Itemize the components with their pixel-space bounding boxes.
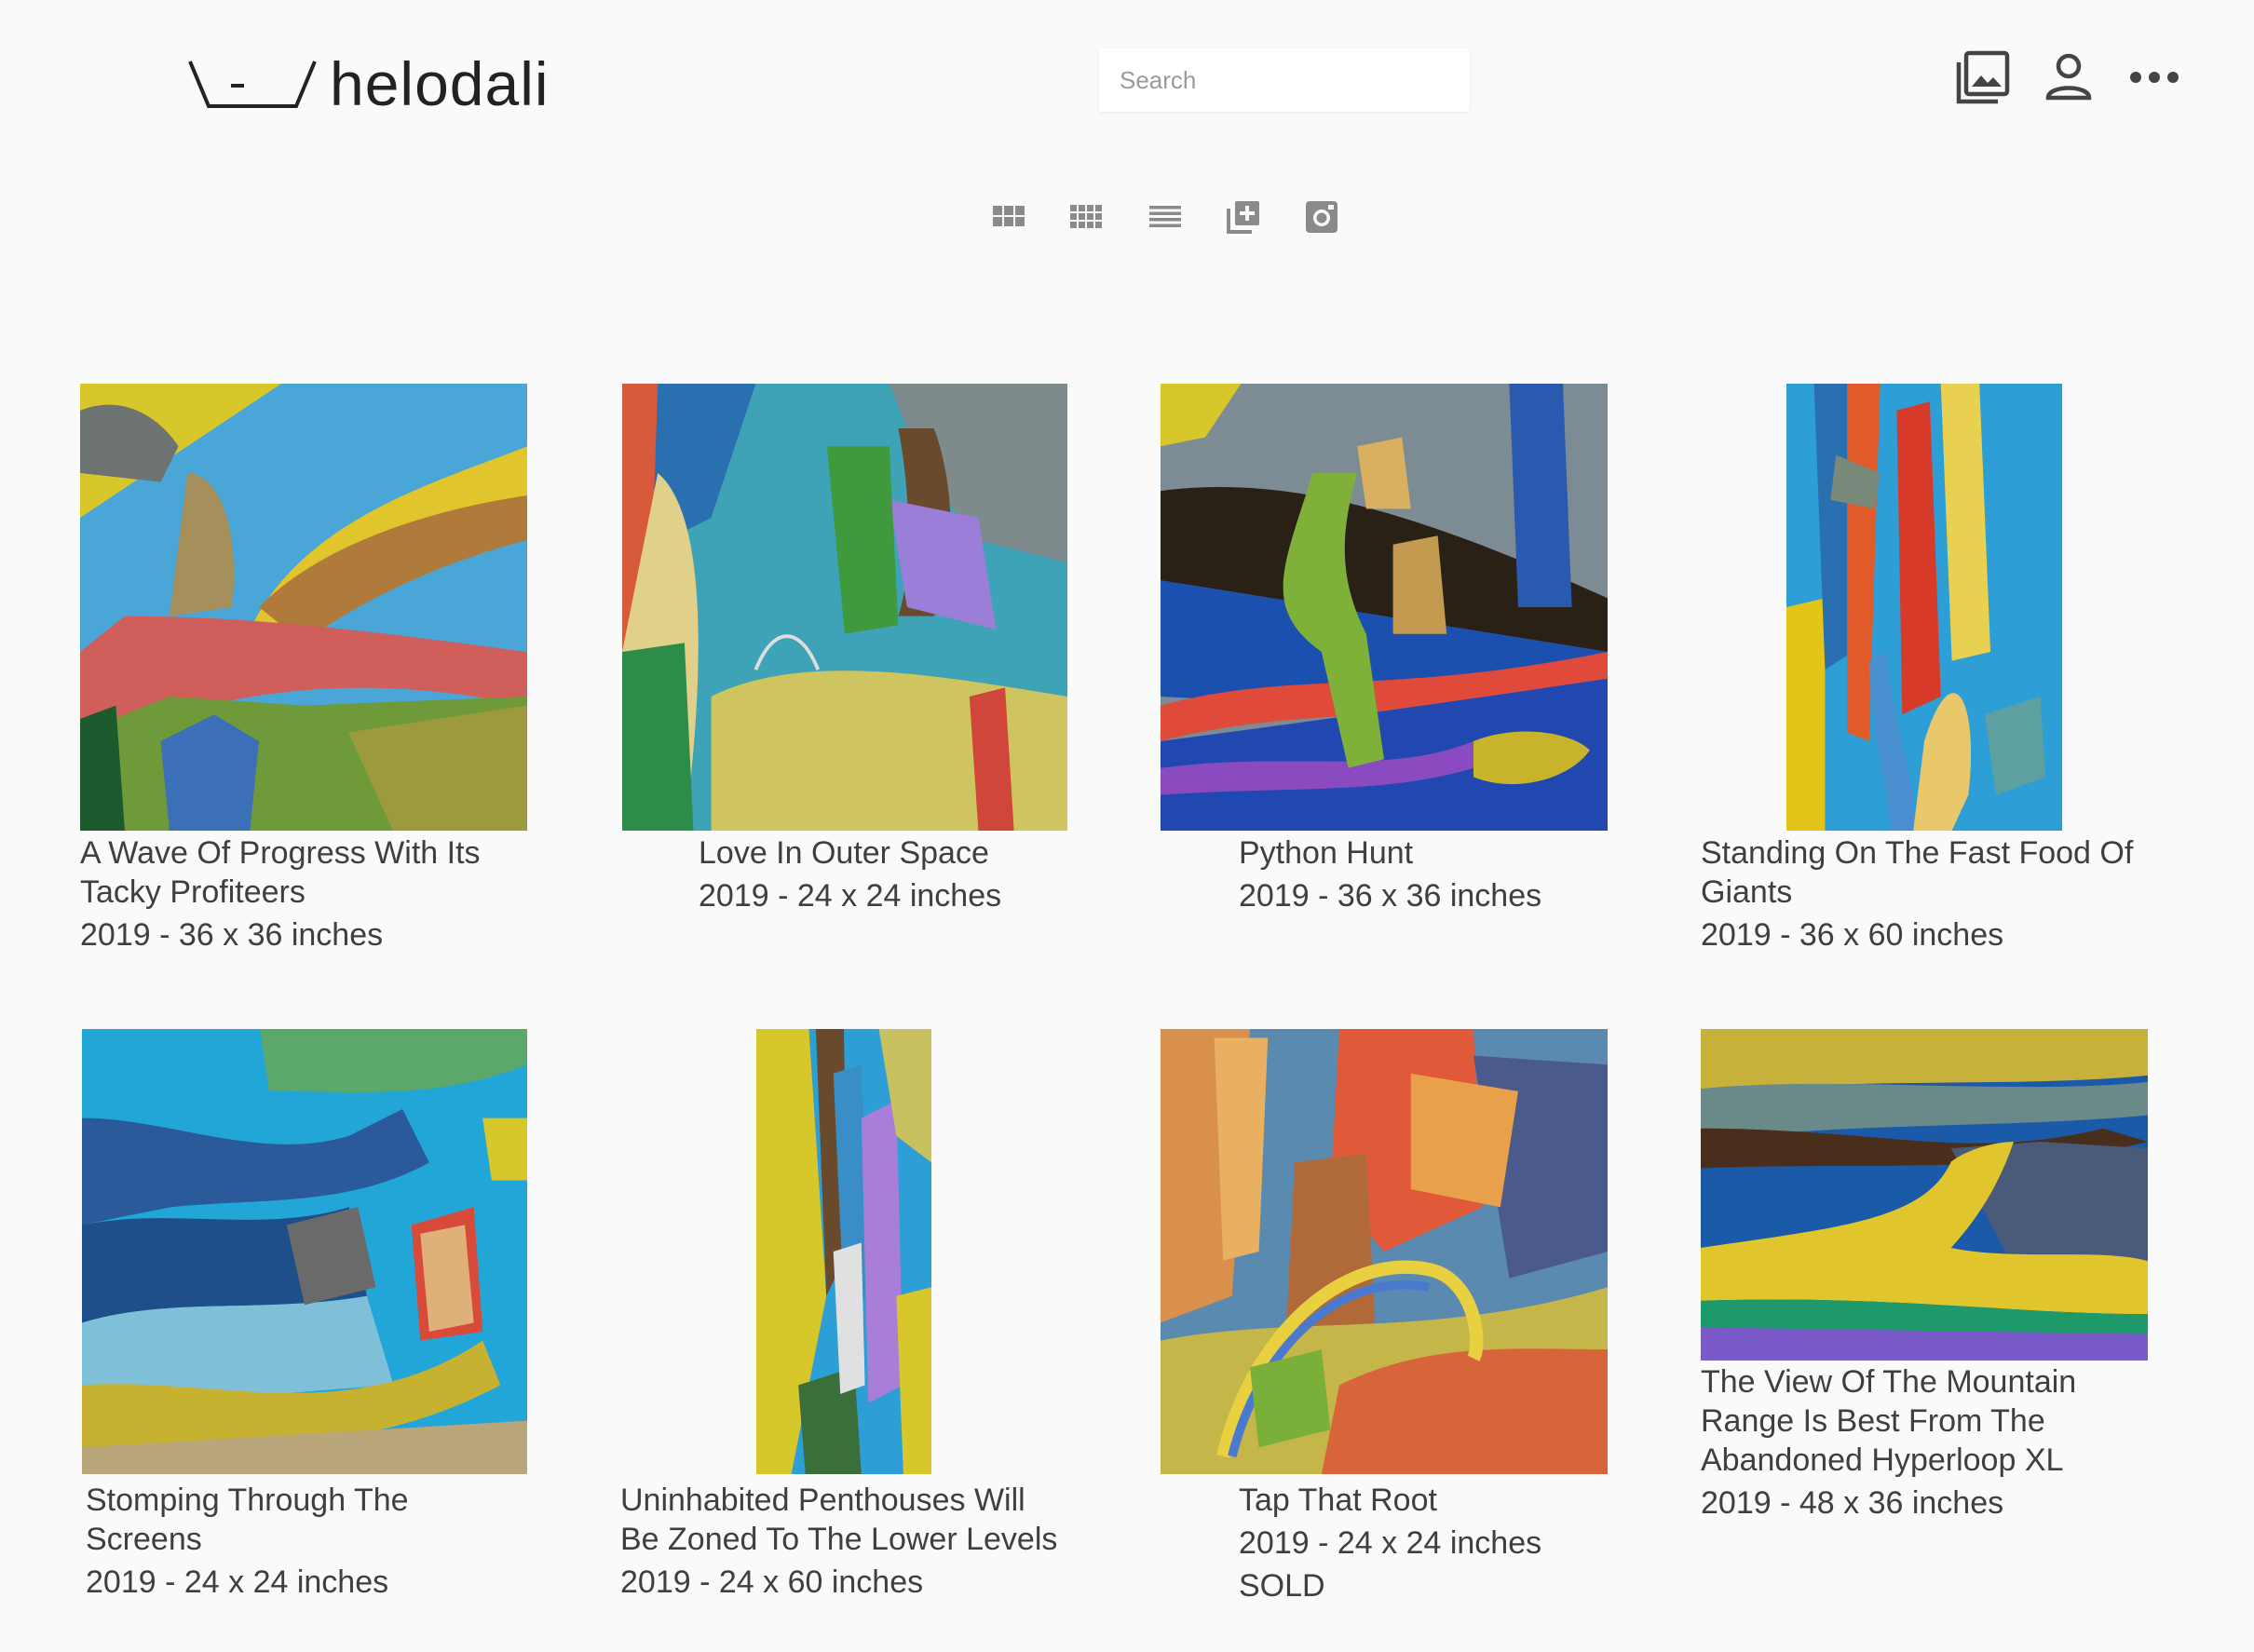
search-input[interactable] <box>1099 48 1470 112</box>
artwork-meta: 2019 - 24 x 60 inches <box>620 1564 924 1600</box>
artwork-title[interactable]: Stomping Through The Screens <box>86 1481 533 1559</box>
artwork-title[interactable]: Standing On The Fast Food Of Giants <box>1701 833 2148 912</box>
gallery-icon[interactable] <box>1954 48 2012 106</box>
artwork-title[interactable]: Python Hunt <box>1239 833 1611 873</box>
artwork-meta: 2019 - 36 x 36 inches <box>1239 878 1542 914</box>
artwork-title[interactable]: Love In Outer Space <box>699 833 1071 873</box>
artwork-title[interactable]: A Wave Of Progress With Its Tacky Profit… <box>80 833 527 912</box>
artwork-title[interactable]: The View Of The Mountain Range Is Best F… <box>1701 1362 2148 1480</box>
artwork-image-1[interactable] <box>80 384 527 831</box>
logo-mark-icon <box>188 61 317 108</box>
artwork-meta: 2019 - 24 x 24 inches <box>86 1564 389 1600</box>
artwork-meta: 2019 - 24 x 24 inches <box>1239 1525 1542 1561</box>
artwork-meta: 2019 - 36 x 60 inches <box>1701 917 2004 953</box>
artwork-image-3[interactable] <box>1161 384 1608 831</box>
artwork-image-2[interactable] <box>622 384 1067 831</box>
artwork-meta: 2019 - 36 x 36 inches <box>80 917 384 953</box>
artwork-image-8[interactable] <box>1701 1029 2148 1361</box>
artwork-image-7[interactable] <box>1161 1029 1608 1474</box>
grid-large-icon[interactable] <box>991 196 1026 238</box>
grid-small-icon[interactable] <box>1069 196 1105 238</box>
logo[interactable]: helodali <box>186 47 550 121</box>
more-icon[interactable] <box>2125 48 2183 106</box>
artwork-meta: 2019 - 24 x 24 inches <box>699 878 1002 914</box>
list-icon[interactable] <box>1147 196 1183 238</box>
artwork-image-6[interactable] <box>756 1029 931 1474</box>
artwork-meta: 2019 - 48 x 36 inches <box>1701 1485 2004 1521</box>
add-artwork-icon[interactable] <box>1226 196 1261 238</box>
artwork-title[interactable]: Tap That Root <box>1239 1481 1611 1520</box>
sold-status: SOLD <box>1239 1568 1325 1604</box>
instagram-icon[interactable] <box>1304 196 1339 238</box>
artwork-title[interactable]: Uninhabited Penthouses Will Be Zoned To … <box>620 1481 1067 1559</box>
logo-text: helodali <box>330 49 550 118</box>
account-icon[interactable] <box>2040 48 2098 106</box>
artwork-image-5[interactable] <box>82 1029 527 1474</box>
artwork-image-4[interactable] <box>1786 384 2062 831</box>
